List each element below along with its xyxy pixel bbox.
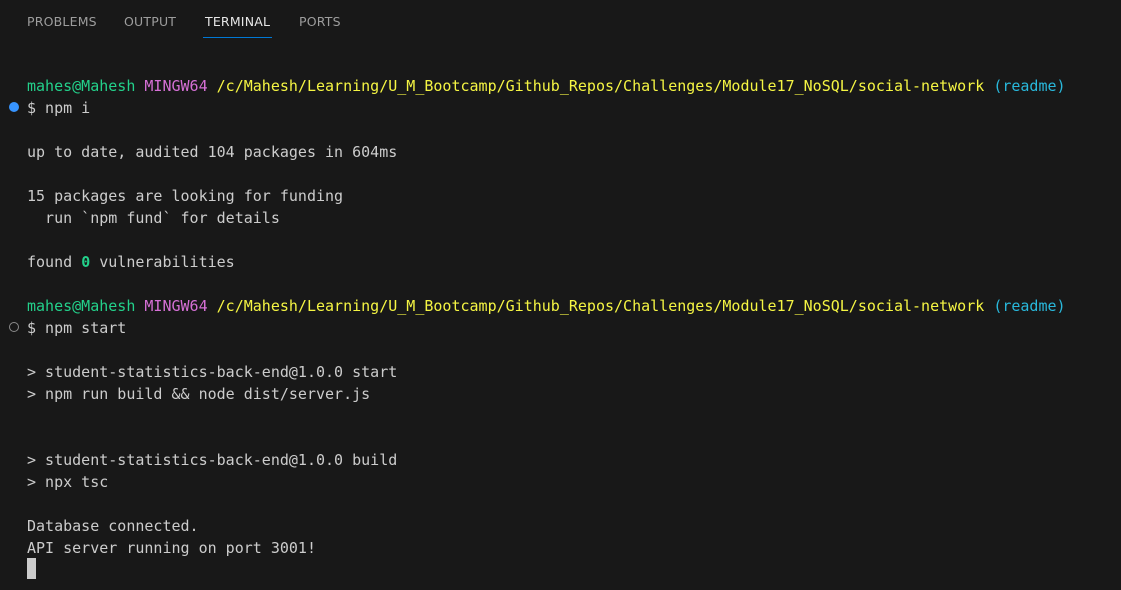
prompt-path: /c/Mahesh/Learning/U_M_Bootcamp/Github_R…: [216, 297, 985, 315]
prompt-host: MINGW64: [144, 77, 208, 95]
command-line: $ npm start: [27, 319, 127, 337]
output-line: > npx tsc: [27, 473, 109, 491]
tab-problems[interactable]: PROBLEMS: [27, 14, 97, 30]
output-line: found 0 vulnerabilities: [27, 251, 235, 273]
tab-terminal-label: TERMINAL: [205, 14, 271, 29]
vuln-count: 0: [81, 253, 91, 271]
prompt-branch: (readme): [993, 77, 1066, 95]
active-tab-indicator: [203, 37, 273, 38]
tab-output[interactable]: OUTPUT: [124, 14, 176, 30]
terminal-cursor: [27, 558, 36, 579]
prompt-user: mahes@Mahesh: [27, 297, 136, 315]
tab-output-label: OUTPUT: [124, 14, 177, 29]
terminal-panel: PROBLEMS OUTPUT TERMINAL PORTS mahes@Mah…: [0, 0, 1121, 590]
tab-ports-label: PORTS: [299, 14, 341, 29]
prompt-line: mahes@Mahesh MINGW64 /c/Mahesh/Learning/…: [27, 75, 1066, 97]
prompt-host: MINGW64: [144, 297, 208, 315]
prompt-path: /c/Mahesh/Learning/U_M_Bootcamp/Github_R…: [216, 77, 985, 95]
prompt-user: mahes@Mahesh: [27, 77, 136, 95]
output-line: > npm run build && node dist/server.js: [27, 385, 371, 403]
command-line: $ npm i: [27, 99, 91, 117]
terminal-output[interactable]: mahes@Mahesh MINGW64 /c/Mahesh/Learning/…: [0, 44, 1121, 590]
vuln-prefix: found: [27, 253, 82, 271]
vuln-suffix: vulnerabilities: [90, 253, 235, 271]
tab-ports[interactable]: PORTS: [299, 14, 341, 30]
command-success-decoration-icon[interactable]: [9, 102, 19, 112]
tab-terminal[interactable]: TERMINAL: [203, 14, 273, 38]
output-line: > student-statistics-back-end@1.0.0 star…: [27, 363, 398, 381]
output-line: 15 packages are looking for funding: [27, 187, 344, 205]
prompt-branch: (readme): [993, 297, 1066, 315]
output-line: Database connected.: [27, 517, 199, 535]
output-line: run `npm fund` for details: [27, 209, 280, 227]
tab-problems-label: PROBLEMS: [27, 14, 97, 29]
command-running-decoration-icon[interactable]: [9, 322, 19, 332]
output-line: > student-statistics-back-end@1.0.0 buil…: [27, 451, 398, 469]
panel-tab-bar: PROBLEMS OUTPUT TERMINAL PORTS: [0, 0, 1121, 44]
output-line: API server running on port 3001!: [27, 539, 316, 557]
output-line: up to date, audited 104 packages in 604m…: [27, 143, 398, 161]
prompt-line: mahes@Mahesh MINGW64 /c/Mahesh/Learning/…: [27, 295, 1066, 317]
